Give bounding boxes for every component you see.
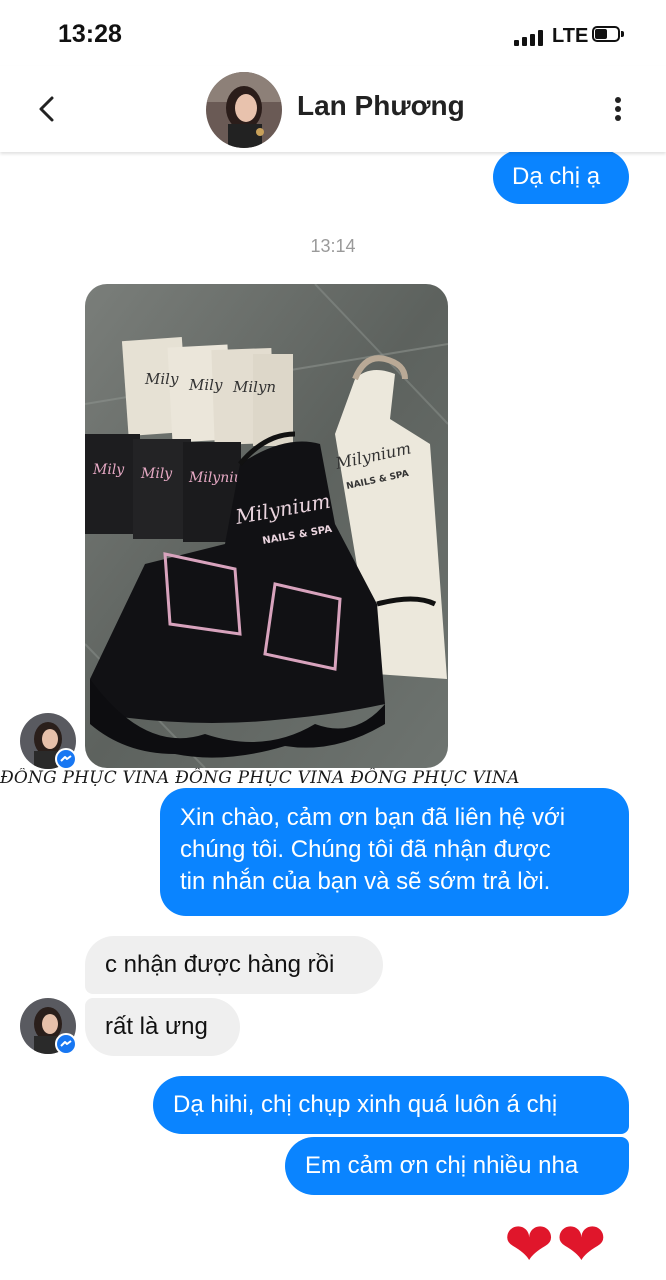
- signal-icon: [514, 30, 548, 46]
- watermark-text: ĐỒNG PHỤC VINA ĐỒNG PHỤC VINA ĐỒNG PHỤC …: [0, 768, 520, 788]
- message-bubble-outgoing[interactable]: Dạ chị ạ: [493, 150, 629, 204]
- back-icon[interactable]: [34, 92, 62, 126]
- message-text: Dạ chị ạ: [512, 163, 601, 190]
- message-text-line: Xin chào, cảm ơn bạn đã liên hệ với: [180, 804, 566, 831]
- message-bubble-incoming[interactable]: rất là ưng: [85, 998, 240, 1056]
- status-bar: 13:28 LTE: [0, 0, 666, 66]
- message-text-line: tin nhắn của bạn và sẽ sớm trả lời.: [180, 868, 551, 895]
- svg-text:Mily: Mily: [144, 370, 179, 388]
- chat-header: Lan Phương: [0, 66, 666, 152]
- message-text: c nhận được hàng rồi: [105, 951, 335, 978]
- message-text: Dạ hihi, chị chụp xinh quá luôn á chị: [173, 1091, 558, 1118]
- contact-avatar[interactable]: [206, 72, 282, 148]
- message-bubble-incoming[interactable]: c nhận được hàng rồi: [85, 936, 383, 994]
- photo-message[interactable]: Mily Mily Milyn Mily Mily Milynium Milyn…: [85, 284, 448, 768]
- message-text: rất là ưng: [105, 1013, 208, 1040]
- network-label: LTE: [552, 25, 589, 47]
- heart-icon[interactable]: ❤❤: [504, 1214, 609, 1276]
- svg-text:Mily: Mily: [140, 466, 173, 482]
- contact-name[interactable]: Lan Phương: [297, 90, 465, 122]
- svg-text:Mily: Mily: [188, 376, 223, 394]
- message-text-line: chúng tôi. Chúng tôi đã nhận được: [180, 836, 551, 863]
- more-vertical-icon[interactable]: [606, 92, 630, 126]
- messenger-badge-icon: [55, 1033, 77, 1055]
- status-time: 13:28: [58, 20, 122, 48]
- messenger-badge-icon: [55, 748, 77, 770]
- battery-icon: [592, 26, 626, 44]
- message-bubble-outgoing[interactable]: Dạ hihi, chị chụp xinh quá luôn á chị: [153, 1076, 629, 1134]
- message-bubble-outgoing[interactable]: Xin chào, cảm ơn bạn đã liên hệ với chún…: [160, 788, 629, 916]
- svg-text:Mily: Mily: [92, 462, 125, 478]
- svg-text:Milyn: Milyn: [232, 378, 276, 396]
- timestamp: 13:14: [310, 236, 356, 256]
- message-text: Em cảm ơn chị nhiều nha: [305, 1152, 579, 1179]
- message-bubble-outgoing[interactable]: Em cảm ơn chị nhiều nha: [285, 1137, 629, 1195]
